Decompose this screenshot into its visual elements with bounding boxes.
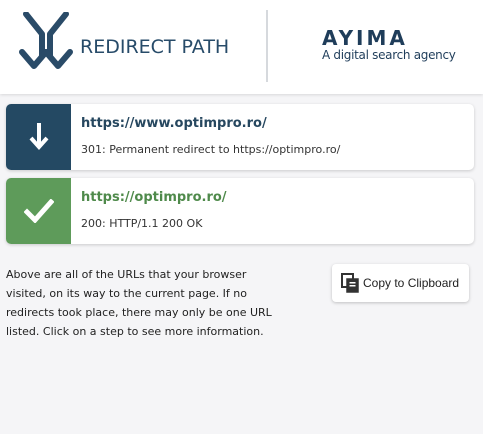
checkmark-icon [23, 199, 54, 223]
info-text: Above are all of the URLs that your brow… [6, 268, 272, 338]
step-badge [6, 178, 71, 244]
clipboard-copy-icon [341, 273, 359, 293]
step-status: 200: HTTP/1.1 200 OK [81, 217, 203, 230]
brand-name: AYIMA [322, 28, 408, 48]
copy-to-clipboard-button[interactable]: Copy to Clipboard [332, 264, 469, 302]
step-badge [6, 104, 71, 170]
redirect-step-2[interactable]: https://optimpro.ro/ 200: HTTP/1.1 200 O… [6, 178, 474, 244]
header-divider [266, 10, 268, 82]
redirect-path-arrows-icon [19, 12, 73, 69]
app-title: REDIRECT PATH [80, 36, 230, 58]
brand-tagline: A digital search agency [322, 48, 456, 62]
arrow-down-icon [29, 123, 48, 151]
copy-button-label: Copy to Clipboard [363, 276, 460, 290]
step-status: 301: Permanent redirect to https://optim… [81, 143, 341, 156]
step-url: https://optimpro.ro/ [81, 190, 227, 205]
step-url: https://www.optimpro.ro/ [81, 116, 267, 131]
redirect-step-1[interactable]: https://www.optimpro.ro/ 301: Permanent … [6, 104, 474, 170]
header: REDIRECT PATH AYIMA A digital search age… [0, 0, 483, 94]
ayima-logo: AYIMA [322, 28, 408, 48]
